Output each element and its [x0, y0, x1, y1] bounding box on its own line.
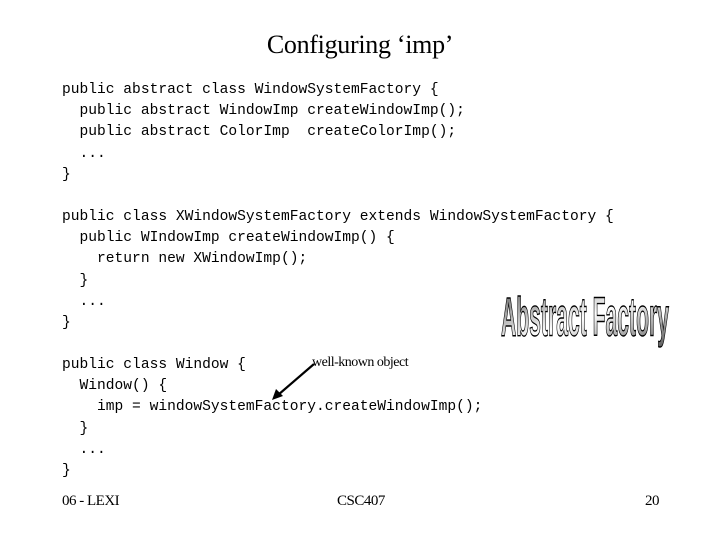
code-line: ... [62, 441, 106, 458]
footer-course: CSC407 [337, 493, 385, 509]
wordart-abstract-factory: Abstract Factory [500, 285, 669, 348]
code-line: public WIndowImp createWindowImp() { [62, 230, 395, 247]
code-line: public class XWindowSystemFactory extend… [62, 209, 614, 225]
wordart-text: Abstract Factory [501, 286, 669, 348]
annotation-arrow-icon [272, 363, 315, 400]
annotation-well-known-object: well-known object [312, 355, 409, 370]
code-line: ... [62, 145, 106, 162]
footer-page-number: 20 [645, 493, 660, 509]
code-line: return new XWindowImp(); [62, 251, 308, 268]
slide-title: Configuring ‘imp’ [266, 30, 454, 59]
code-line: public abstract ColorImp createColorImp(… [62, 124, 457, 141]
code-line: public abstract WindowImp createWindowIm… [62, 103, 465, 120]
code-line: } [62, 420, 89, 437]
slide: Configuring ‘imp’ public abstract class … [0, 0, 720, 540]
footer-lecture: 06 - LEXI [62, 493, 120, 509]
code-line: public abstract class WindowSystemFactor… [62, 82, 439, 98]
code-line: } [62, 166, 71, 183]
code-line: } [62, 462, 71, 479]
code-block-window-system-factory: public abstract class WindowSystemFactor… [62, 80, 465, 186]
